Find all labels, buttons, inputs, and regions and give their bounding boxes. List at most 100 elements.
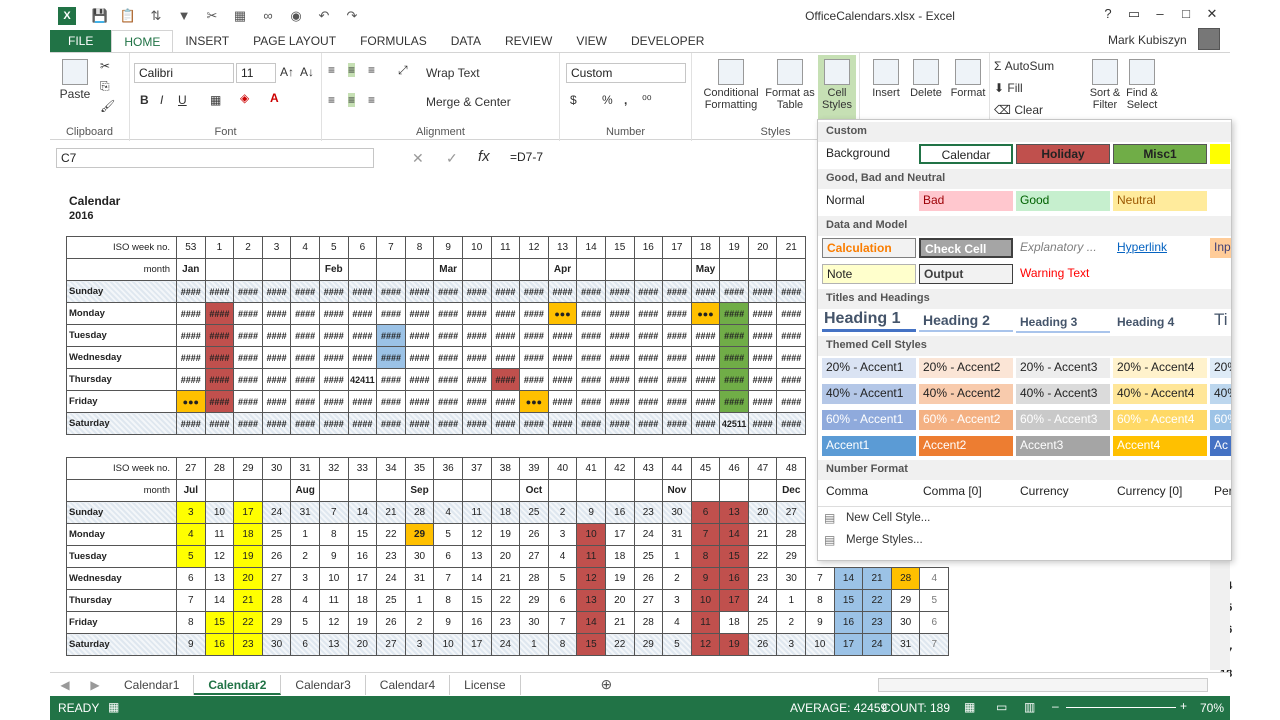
day-cell[interactable]: 30: [519, 611, 549, 634]
month-cell[interactable]: Nov: [662, 479, 692, 502]
week-cell[interactable]: 21: [776, 236, 807, 259]
week-cell[interactable]: 15: [604, 236, 635, 259]
month-cell[interactable]: [461, 258, 492, 281]
day-cell[interactable]: ####: [604, 390, 635, 413]
style-output[interactable]: Output: [919, 264, 1013, 284]
day-cell[interactable]: 30: [776, 567, 807, 590]
day-cell[interactable]: ####: [776, 324, 807, 347]
day-cell[interactable]: 11: [576, 545, 606, 568]
day-cell[interactable]: ####: [261, 324, 292, 347]
style-accent2[interactable]: Accent2: [919, 436, 1013, 456]
next-sheet-icon[interactable]: ▶: [80, 678, 110, 692]
week-cell[interactable]: 34: [376, 457, 406, 480]
day-cell[interactable]: ####: [662, 368, 692, 391]
day-cell[interactable]: ####: [318, 302, 349, 325]
day-cell[interactable]: ####: [776, 302, 807, 325]
day-cell[interactable]: ####: [776, 368, 807, 391]
day-cell[interactable]: ####: [776, 390, 807, 413]
italic-button[interactable]: I: [160, 93, 163, 107]
day-cell[interactable]: ####: [347, 390, 378, 413]
day-cell[interactable]: ####: [233, 346, 263, 369]
day-cell[interactable]: ####: [604, 280, 635, 303]
day-cell[interactable]: 14: [347, 501, 378, 524]
style-40-accent2[interactable]: 40% - Accent2: [919, 384, 1013, 404]
month-cell[interactable]: [576, 479, 606, 502]
month-cell[interactable]: [633, 258, 664, 281]
day-cell[interactable]: 12: [576, 567, 606, 590]
day-cell[interactable]: ####: [633, 302, 664, 325]
day-cell[interactable]: ####: [318, 390, 349, 413]
week-cell[interactable]: 35: [404, 457, 435, 480]
week-cell[interactable]: 44: [662, 457, 692, 480]
day-cell[interactable]: ####: [204, 368, 235, 391]
style-explanatory[interactable]: Explanatory ...: [1016, 238, 1110, 258]
day-cell[interactable]: ####: [490, 324, 521, 347]
format-as-table-button[interactable]: Format as Table: [762, 59, 818, 111]
maximize-icon[interactable]: □: [1173, 6, 1199, 22]
day-cell[interactable]: 29: [519, 589, 549, 612]
style-40-accent5-partial[interactable]: 40%: [1210, 384, 1231, 404]
day-cell[interactable]: 10: [576, 523, 606, 546]
day-cell[interactable]: ####: [376, 302, 406, 325]
day-cell[interactable]: 19: [490, 523, 521, 546]
day-label[interactable]: Wednesday: [66, 346, 177, 369]
day-cell[interactable]: 18: [719, 611, 749, 634]
month-cell[interactable]: [204, 479, 235, 502]
day-cell[interactable]: ####: [261, 412, 292, 435]
day-cell[interactable]: ####: [433, 324, 463, 347]
day-cell[interactable]: 7: [433, 567, 463, 590]
style-accent5-partial[interactable]: Ac: [1210, 436, 1231, 456]
borders-icon[interactable]: ▦: [210, 93, 221, 107]
month-cell[interactable]: [261, 258, 292, 281]
week-cell[interactable]: 13: [547, 236, 578, 259]
day-cell[interactable]: 5: [433, 523, 463, 546]
week-cell[interactable]: 53: [176, 236, 206, 259]
autosum-button[interactable]: Σ AutoSum: [994, 59, 1054, 73]
day-cell[interactable]: 31: [404, 567, 435, 590]
insert-cells-button[interactable]: Insert: [868, 59, 904, 99]
style-heading-3[interactable]: Heading 3: [1016, 313, 1110, 333]
day-cell[interactable]: 11: [318, 589, 349, 612]
week-cell[interactable]: 7: [376, 236, 406, 259]
day-cell[interactable]: 23: [233, 633, 263, 656]
day-cell[interactable]: ####: [490, 390, 521, 413]
day-cell[interactable]: 11: [461, 501, 492, 524]
week-cell[interactable]: 10: [461, 236, 492, 259]
sheet-tab-calendar3[interactable]: Calendar3: [281, 674, 366, 695]
day-cell[interactable]: ####: [261, 390, 292, 413]
day-cell[interactable]: 21: [604, 611, 635, 634]
percent-button[interactable]: %: [602, 93, 613, 107]
day-cell[interactable]: ####: [747, 302, 778, 325]
day-cell[interactable]: 1: [776, 589, 807, 612]
day-cell[interactable]: 5: [290, 611, 320, 634]
month-cell[interactable]: [347, 258, 378, 281]
day-cell[interactable]: 1: [404, 589, 435, 612]
style-accent4[interactable]: Accent4: [1113, 436, 1207, 456]
month-cell[interactable]: [376, 258, 406, 281]
day-cell[interactable]: 23: [376, 545, 406, 568]
day-cell[interactable]: ####: [261, 280, 292, 303]
day-cell[interactable]: ####: [690, 412, 721, 435]
day-cell[interactable]: 21: [376, 501, 406, 524]
day-cell[interactable]: 10: [318, 567, 349, 590]
day-cell[interactable]: 29: [633, 633, 664, 656]
week-cell[interactable]: 37: [461, 457, 492, 480]
sheet-tab-license[interactable]: License: [450, 674, 521, 695]
style-calculation[interactable]: Calculation: [822, 238, 916, 258]
style-20-accent2[interactable]: 20% - Accent2: [919, 358, 1013, 378]
day-cell[interactable]: ####: [261, 302, 292, 325]
day-cell[interactable]: 22: [862, 589, 892, 612]
cancel-icon[interactable]: ✕: [412, 150, 424, 167]
day-cell[interactable]: 9: [318, 545, 349, 568]
day-cell[interactable]: 10: [805, 633, 835, 656]
day-cell[interactable]: ####: [290, 302, 320, 325]
day-cell[interactable]: 8: [176, 611, 206, 634]
month-cell[interactable]: Aug: [290, 479, 320, 502]
day-cell[interactable]: 14: [719, 523, 749, 546]
ribbon-options-icon[interactable]: ▭: [1121, 6, 1147, 22]
day-label[interactable]: Wednesday: [66, 567, 177, 590]
week-cell[interactable]: 19: [719, 236, 749, 259]
week-cell[interactable]: 41: [576, 457, 606, 480]
day-cell[interactable]: 7: [176, 589, 206, 612]
day-cell[interactable]: ####: [690, 346, 721, 369]
